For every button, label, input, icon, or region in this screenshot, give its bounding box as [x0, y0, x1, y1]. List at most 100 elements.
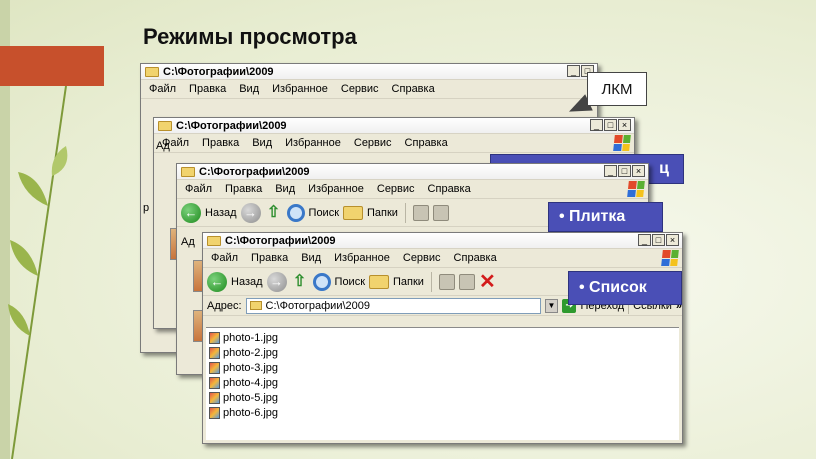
move-to-icon[interactable] — [412, 204, 429, 221]
forward-arrow-icon[interactable]: → — [240, 202, 261, 223]
list-item[interactable]: photo-1.jpg — [206, 330, 679, 345]
menu-file[interactable]: Файл — [185, 183, 212, 195]
titlebar[interactable]: C:\Фотографии\2009 _ □ × — [154, 118, 634, 134]
up-folder-icon[interactable]: ⇧ — [291, 273, 309, 291]
menubar: Файл Правка Вид Избранное Сервис Справка — [177, 180, 648, 199]
delete-icon[interactable]: ✕ — [479, 272, 496, 292]
maximize-button[interactable]: □ — [618, 165, 631, 177]
file-name: photo-4.jpg — [223, 376, 279, 389]
menu-view[interactable]: Вид — [301, 252, 321, 264]
stub-label: Ад — [156, 140, 170, 152]
close-button[interactable]: × — [666, 234, 679, 246]
menu-help[interactable]: Справка — [405, 137, 448, 149]
menu-view[interactable]: Вид — [252, 137, 272, 149]
menu-edit[interactable]: Правка — [202, 137, 239, 149]
menubar: Файл Правка Вид Избранное Сервис Справка — [141, 80, 597, 99]
address-label: Адрес: — [207, 299, 242, 312]
folder-icon — [145, 66, 159, 77]
address-dropdown-icon[interactable]: ▼ — [544, 298, 559, 313]
menu-file[interactable]: Файл — [211, 252, 238, 264]
close-button[interactable]: × — [618, 119, 631, 131]
folders-button-label[interactable]: Папки — [393, 276, 424, 288]
back-arrow-icon[interactable]: ← — [181, 202, 201, 223]
address-value: C:\Фотографии\2009 — [265, 299, 370, 312]
maximize-button[interactable]: □ — [604, 119, 617, 131]
menu-help[interactable]: Справка — [428, 183, 471, 195]
callout-table-label: ц — [659, 160, 669, 177]
stub-label: Ад — [181, 236, 195, 248]
list-item[interactable]: photo-4.jpg — [206, 375, 679, 390]
forward-arrow-icon[interactable]: → — [266, 271, 287, 292]
minimize-button[interactable]: _ — [638, 234, 651, 246]
menu-edit[interactable]: Правка — [189, 83, 226, 95]
menubar: Файл Правка Вид Избранное Сервис Справка — [154, 134, 634, 153]
folder-icon — [249, 301, 262, 310]
file-name: photo-2.jpg — [223, 346, 279, 359]
titlebar[interactable]: C:\Фотографии\2009 _ □ × — [203, 233, 682, 249]
search-button-label[interactable]: Поиск — [335, 276, 365, 288]
windows-logo-icon — [661, 250, 679, 266]
window-title: C:\Фотографии\2009 — [163, 65, 274, 78]
folders-button-label[interactable]: Папки — [367, 207, 398, 219]
titlebar[interactable]: C:\Фотографии\2009 _ □ × — [177, 164, 648, 180]
menu-edit[interactable]: Правка — [225, 183, 262, 195]
jpg-file-icon — [209, 331, 220, 344]
folder-icon — [207, 235, 221, 246]
folders-icon[interactable] — [369, 274, 390, 289]
lkm-callout: ЛКМ — [587, 72, 647, 106]
menu-tools[interactable]: Сервис — [377, 183, 415, 195]
menu-edit[interactable]: Правка — [251, 252, 288, 264]
search-icon[interactable] — [286, 203, 305, 222]
menu-help[interactable]: Справка — [454, 252, 497, 264]
maximize-button[interactable]: □ — [652, 234, 665, 246]
menu-file[interactable]: Файл — [149, 83, 176, 95]
back-arrow-icon[interactable]: ← — [207, 271, 227, 292]
search-button-label[interactable]: Поиск — [309, 207, 339, 219]
window-title: C:\Фотографии\2009 — [199, 165, 310, 178]
copy-to-icon[interactable] — [458, 273, 475, 290]
list-item[interactable]: photo-5.jpg — [206, 390, 679, 405]
back-button-label[interactable]: Назад — [205, 207, 237, 219]
list-item[interactable]: photo-2.jpg — [206, 345, 679, 360]
slide-title: Режимы просмотра — [143, 24, 357, 49]
stub-label: р — [143, 202, 150, 214]
window-title: C:\Фотографии\2009 — [176, 119, 287, 132]
menu-tools[interactable]: Сервис — [354, 137, 392, 149]
folders-icon[interactable] — [343, 205, 364, 220]
windows-logo-icon — [627, 181, 645, 197]
window-title: C:\Фотографии\2009 — [225, 234, 336, 247]
menu-favorites[interactable]: Избранное — [285, 137, 341, 149]
menubar: Файл Правка Вид Избранное Сервис Справка — [203, 249, 682, 268]
file-list: photo-1.jpg photo-2.jpg photo-3.jpg phot… — [206, 327, 679, 440]
file-name: photo-5.jpg — [223, 391, 279, 404]
file-name: photo-3.jpg — [223, 361, 279, 374]
titlebar[interactable]: C:\Фотографии\2009 _ □ — [141, 64, 597, 80]
copy-to-icon[interactable] — [432, 204, 449, 221]
address-input[interactable]: C:\Фотографии\2009 — [245, 297, 541, 314]
minimize-button[interactable]: _ — [590, 119, 603, 131]
toolbar-separator — [404, 202, 406, 223]
folder-icon — [158, 120, 172, 131]
menu-favorites[interactable]: Избранное — [334, 252, 390, 264]
list-item[interactable]: photo-6.jpg — [206, 405, 679, 420]
menu-favorites[interactable]: Избранное — [272, 83, 328, 95]
menu-help[interactable]: Справка — [392, 83, 435, 95]
callout-tile: • Плитка — [548, 202, 663, 232]
title-accent-band — [0, 46, 104, 86]
file-name: photo-1.jpg — [223, 331, 279, 344]
menu-view[interactable]: Вид — [239, 83, 259, 95]
folder-icon — [181, 166, 195, 177]
menu-tools[interactable]: Сервис — [403, 252, 441, 264]
menu-view[interactable]: Вид — [275, 183, 295, 195]
search-icon[interactable] — [312, 272, 331, 291]
list-item[interactable]: photo-3.jpg — [206, 360, 679, 375]
close-button[interactable]: × — [632, 165, 645, 177]
menu-tools[interactable]: Сервис — [341, 83, 379, 95]
move-to-icon[interactable] — [438, 273, 455, 290]
minimize-button[interactable]: _ — [567, 65, 580, 77]
up-folder-icon[interactable]: ⇧ — [265, 204, 283, 222]
back-button-label[interactable]: Назад — [231, 276, 263, 288]
menu-favorites[interactable]: Избранное — [308, 183, 364, 195]
jpg-file-icon — [209, 361, 220, 374]
minimize-button[interactable]: _ — [604, 165, 617, 177]
